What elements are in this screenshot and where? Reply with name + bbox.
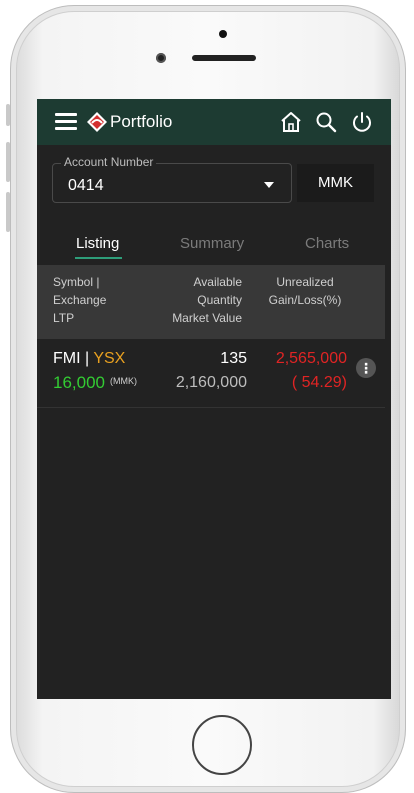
header-symbol: Symbol | — [53, 275, 100, 289]
header-ltp: LTP — [53, 311, 75, 325]
chevron-down-icon[interactable] — [264, 182, 274, 188]
symbol-code: FMI — [53, 350, 81, 367]
mute-switch — [6, 104, 10, 126]
header-available: Available — [193, 275, 242, 289]
tab-summary[interactable]: Summary — [180, 235, 244, 253]
earpiece-speaker — [192, 55, 256, 61]
search-icon[interactable] — [314, 110, 338, 134]
account-number-value: 0414 — [68, 177, 104, 194]
header-exchange: Exchange — [53, 293, 107, 307]
home-button[interactable] — [192, 715, 252, 775]
more-options-icon[interactable]: ⋮ — [356, 358, 376, 378]
header-quantity: Quantity — [197, 293, 242, 307]
row-ltp-currency: (MMK) — [110, 376, 137, 386]
app-screen: Portfolio Account Number 0414 MMK Listin… — [37, 99, 391, 699]
row-gain-pct: ( 54.29) — [291, 374, 347, 391]
home-icon[interactable] — [279, 110, 303, 134]
front-camera — [156, 53, 166, 63]
table-row[interactable]: FMI | YSX 16,000 (MMK) 135 2,160,000 2,5… — [37, 341, 385, 407]
row-gain: 2,565,000 — [275, 350, 347, 367]
header-unrealized: Unrealized — [276, 275, 334, 289]
row-symbol: FMI | YSX — [53, 349, 125, 369]
row-quantity: 135 — [220, 350, 247, 367]
symbol-separator: | — [85, 350, 90, 367]
row-exchange: YSX — [93, 350, 126, 367]
currency-button[interactable]: MMK — [297, 164, 374, 202]
row-ltp: 16,000 — [53, 373, 105, 392]
page-title: Portfolio — [110, 112, 173, 131]
tab-charts[interactable]: Charts — [305, 235, 349, 253]
proximity-sensor — [219, 30, 227, 38]
menu-icon[interactable] — [55, 113, 77, 131]
header-market-value: Market Value — [172, 311, 242, 325]
app-bar: Portfolio — [37, 99, 391, 145]
row-market-value: 2,160,000 — [175, 374, 247, 391]
account-number-label: Account Number — [61, 155, 157, 169]
volume-up-button — [6, 142, 10, 182]
volume-down-button — [6, 192, 10, 232]
tab-listing[interactable]: Listing — [76, 235, 119, 253]
logo-icon — [87, 112, 107, 132]
tab-active-indicator — [75, 257, 122, 259]
row-divider — [37, 407, 385, 408]
table-header: Symbol | Exchange LTP Available Quantity… — [37, 265, 385, 339]
header-gain-loss: Gain/Loss(%) — [268, 293, 342, 307]
power-icon[interactable] — [350, 110, 374, 134]
